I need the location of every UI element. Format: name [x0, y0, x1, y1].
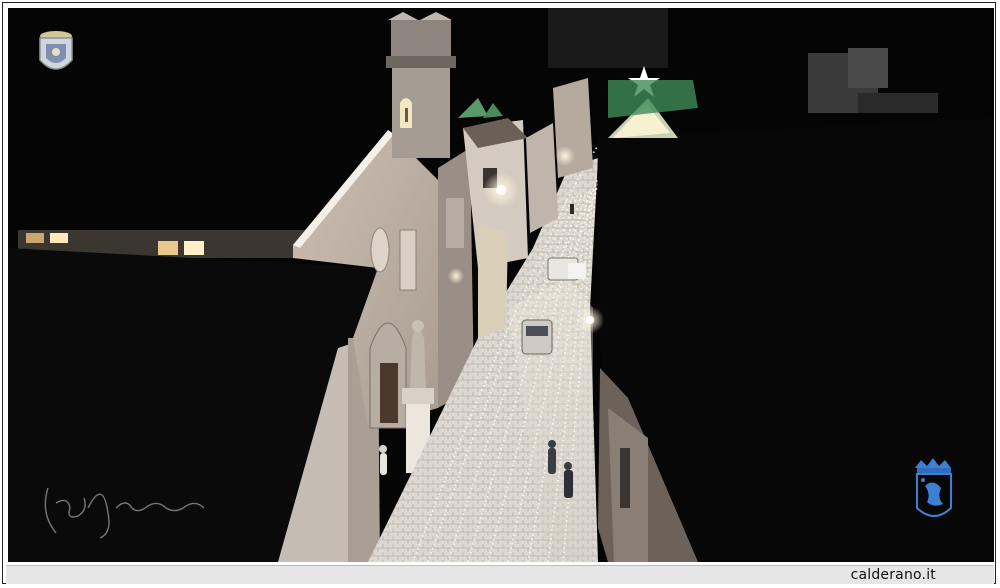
bell-tower — [386, 12, 456, 158]
left-building — [8, 230, 380, 562]
photo-scene — [8, 8, 994, 562]
site-label: calderano.it — [850, 567, 936, 583]
caption-bar: calderano.it — [6, 565, 994, 584]
photo-frame: calderano.it — [0, 0, 1000, 588]
coat-of-arms-icon — [39, 31, 73, 70]
night-street-photo — [8, 8, 994, 562]
